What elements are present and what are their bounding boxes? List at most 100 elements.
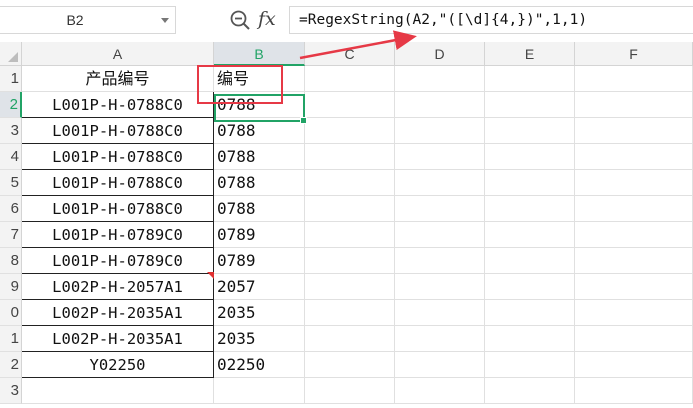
cell-b4[interactable]: 0788 [214, 144, 305, 170]
cell-e4[interactable] [485, 144, 575, 170]
cell-c10[interactable] [305, 300, 395, 326]
chevron-down-icon[interactable] [161, 18, 169, 23]
cell-f7[interactable] [575, 222, 693, 248]
cell-f13[interactable] [575, 378, 693, 404]
cell-b7[interactable]: 0789 [214, 222, 305, 248]
cell-c9[interactable] [305, 274, 395, 300]
cell-d9[interactable] [395, 274, 485, 300]
zoom-icon[interactable] [229, 9, 251, 31]
cell-d12[interactable] [395, 352, 485, 378]
cell-a7[interactable]: L001P-H-0789C0 [22, 222, 214, 248]
row-header-3[interactable]: 3 [0, 118, 22, 144]
cell-c13[interactable] [305, 378, 395, 404]
cell-a11[interactable]: L002P-H-2035A1 [22, 326, 214, 352]
cell-e10[interactable] [485, 300, 575, 326]
cell-c2[interactable] [305, 92, 395, 118]
cell-f2[interactable] [575, 92, 693, 118]
row-header-2[interactable]: 2 [0, 92, 22, 118]
cell-d13[interactable] [395, 378, 485, 404]
cell-e12[interactable] [485, 352, 575, 378]
cell-f10[interactable] [575, 300, 693, 326]
cell-f8[interactable] [575, 248, 693, 274]
cell-f1[interactable] [575, 66, 693, 92]
cell-e7[interactable] [485, 222, 575, 248]
cell-f3[interactable] [575, 118, 693, 144]
cell-a5[interactable]: L001P-H-0788C0 [22, 170, 214, 196]
fx-icon[interactable]: fx [258, 6, 284, 32]
row-header-5[interactable]: 5 [0, 170, 22, 196]
cell-b10[interactable]: 2035 [214, 300, 305, 326]
row-header-8[interactable]: 8 [0, 248, 22, 274]
cell-e13[interactable] [485, 378, 575, 404]
column-header-f[interactable]: F [575, 42, 693, 66]
cell-a1[interactable]: 产品编号 [22, 66, 214, 92]
column-header-d[interactable]: D [395, 42, 485, 66]
formula-input[interactable]: =RegexString(A2,"([\d]{4,})",1,1) [289, 6, 693, 34]
cell-f11[interactable] [575, 326, 693, 352]
cell-c6[interactable] [305, 196, 395, 222]
cell-a3[interactable]: L001P-H-0788C0 [22, 118, 214, 144]
cell-b8[interactable]: 0789 [214, 248, 305, 274]
cell-b1[interactable]: 编号 [214, 66, 305, 92]
cell-b5[interactable]: 0788 [214, 170, 305, 196]
cell-a9[interactable]: L002P-H-2057A1 [22, 274, 214, 300]
cell-c1[interactable] [305, 66, 395, 92]
cell-e9[interactable] [485, 274, 575, 300]
cell-a4[interactable]: L001P-H-0788C0 [22, 144, 214, 170]
cell-d4[interactable] [395, 144, 485, 170]
cell-b13[interactable] [214, 378, 305, 404]
cell-a8[interactable]: L001P-H-0789C0 [22, 248, 214, 274]
cell-f6[interactable] [575, 196, 693, 222]
cell-c3[interactable] [305, 118, 395, 144]
cell-d11[interactable] [395, 326, 485, 352]
row-header-9[interactable]: 9 [0, 274, 22, 300]
cell-b12[interactable]: 02250 [214, 352, 305, 378]
cell-e1[interactable] [485, 66, 575, 92]
cell-c8[interactable] [305, 248, 395, 274]
cell-d7[interactable] [395, 222, 485, 248]
row-header-11[interactable]: 1 [0, 326, 22, 352]
row-header-1[interactable]: 1 [0, 66, 22, 92]
cell-d2[interactable] [395, 92, 485, 118]
cell-c11[interactable] [305, 326, 395, 352]
comment-marker-icon[interactable] [207, 272, 214, 279]
cell-c4[interactable] [305, 144, 395, 170]
row-header-6[interactable]: 6 [0, 196, 22, 222]
cell-c7[interactable] [305, 222, 395, 248]
row-header-10[interactable]: 0 [0, 300, 22, 326]
column-header-b[interactable]: B [214, 42, 305, 66]
cell-c5[interactable] [305, 170, 395, 196]
cell-f5[interactable] [575, 170, 693, 196]
cell-d8[interactable] [395, 248, 485, 274]
cell-e6[interactable] [485, 196, 575, 222]
row-header-12[interactable]: 2 [0, 352, 22, 378]
row-header-13[interactable]: 3 [0, 378, 22, 404]
cell-f9[interactable] [575, 274, 693, 300]
cell-d5[interactable] [395, 170, 485, 196]
row-header-4[interactable]: 4 [0, 144, 22, 170]
cell-a10[interactable]: L002P-H-2035A1 [22, 300, 214, 326]
cell-a6[interactable]: L001P-H-0788C0 [22, 196, 214, 222]
cell-d6[interactable] [395, 196, 485, 222]
cell-e11[interactable] [485, 326, 575, 352]
cell-b9[interactable]: 2057 [214, 274, 305, 300]
cell-f12[interactable] [575, 352, 693, 378]
cell-b6[interactable]: 0788 [214, 196, 305, 222]
cell-e5[interactable] [485, 170, 575, 196]
cell-e8[interactable] [485, 248, 575, 274]
cell-c12[interactable] [305, 352, 395, 378]
cell-d1[interactable] [395, 66, 485, 92]
cell-f4[interactable] [575, 144, 693, 170]
select-all-corner[interactable] [0, 42, 22, 66]
cell-b3[interactable]: 0788 [214, 118, 305, 144]
column-header-c[interactable]: C [305, 42, 395, 66]
cell-d3[interactable] [395, 118, 485, 144]
name-box[interactable]: B2 [0, 6, 176, 34]
cell-e3[interactable] [485, 118, 575, 144]
row-header-7[interactable]: 7 [0, 222, 22, 248]
cell-a12[interactable]: Y02250 [22, 352, 214, 378]
cell-e2[interactable] [485, 92, 575, 118]
cell-b2[interactable]: 0788 [214, 92, 305, 118]
cell-a2[interactable]: L001P-H-0788C0 [22, 92, 214, 118]
cell-b11[interactable]: 2035 [214, 326, 305, 352]
